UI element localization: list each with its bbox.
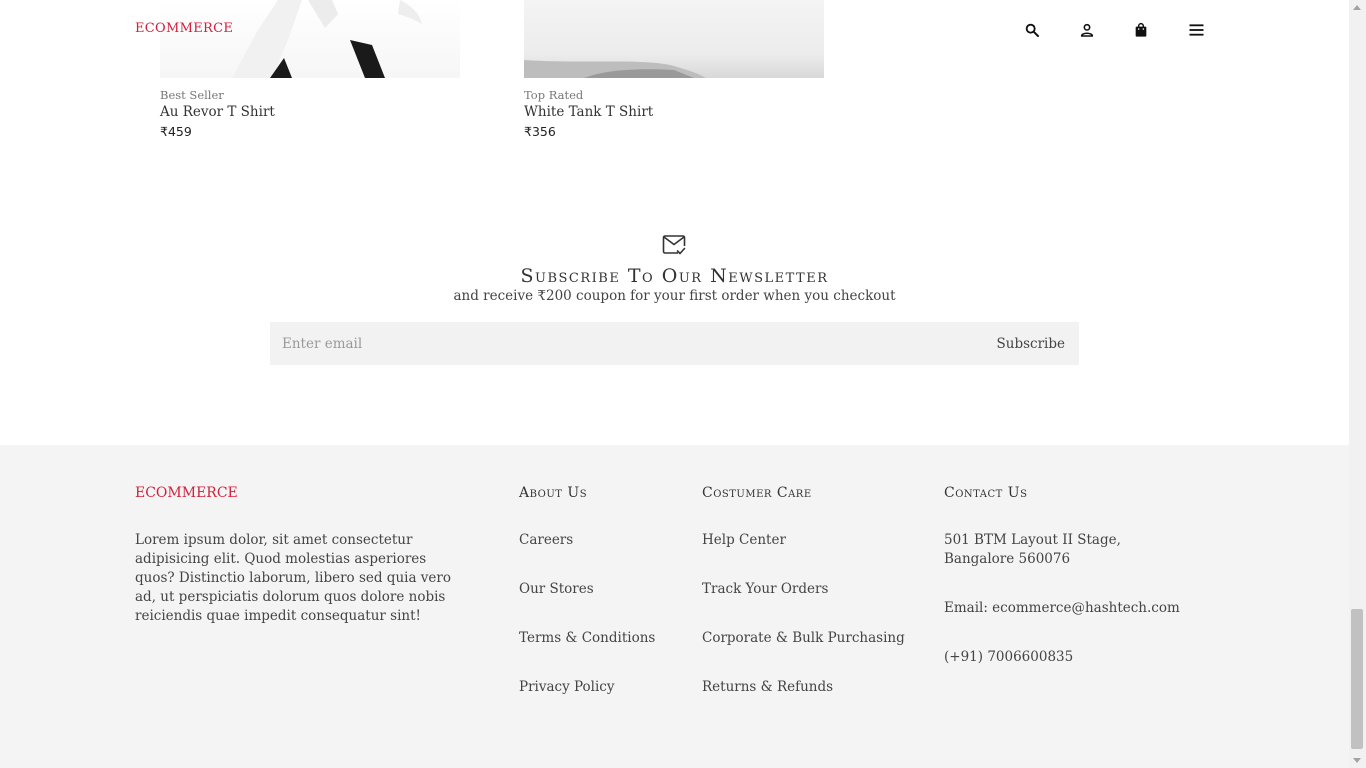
footer-heading-care: Costumer Care	[702, 485, 812, 501]
scrollbar-thumb[interactable]	[1351, 609, 1363, 749]
page: ECOMMERCE Best Seller Au Revor T Shirt ₹…	[0, 0, 1349, 768]
shopping-bag-icon[interactable]	[1130, 19, 1152, 41]
footer: ECOMMERCE Lorem ipsum dolor, sit amet co…	[0, 445, 1349, 768]
product-name[interactable]: White Tank T Shirt	[524, 104, 653, 120]
footer-link-our-stores[interactable]: Our Stores	[519, 581, 594, 597]
scroll-up-arrow-icon[interactable]	[1353, 5, 1361, 10]
product-name[interactable]: Au Revor T Shirt	[160, 104, 275, 120]
footer-heading-about: About Us	[519, 485, 588, 501]
contact-email[interactable]: Email: ecommerce@hashtech.com	[944, 599, 1180, 618]
brand-logo[interactable]: ECOMMERCE	[135, 21, 233, 36]
footer-link-privacy[interactable]: Privacy Policy	[519, 679, 615, 695]
footer-link-track-orders[interactable]: Track Your Orders	[702, 581, 828, 597]
footer-brand[interactable]: ECOMMERCE	[135, 485, 238, 501]
user-icon[interactable]	[1076, 19, 1098, 41]
product-price: ₹459	[160, 124, 192, 139]
footer-link-returns[interactable]: Returns & Refunds	[702, 679, 833, 695]
header: ECOMMERCE	[0, 0, 1349, 60]
footer-link-bulk-purchasing[interactable]: Corporate & Bulk Purchasing	[702, 630, 905, 646]
newsletter-title: Subscribe To Our Newsletter	[520, 265, 829, 287]
product-tag: Top Rated	[524, 88, 584, 102]
footer-link-help-center[interactable]: Help Center	[702, 532, 786, 548]
menu-icon[interactable]	[1185, 19, 1207, 41]
search-icon[interactable]	[1021, 19, 1043, 41]
subscribe-button[interactable]: Subscribe	[983, 322, 1079, 365]
scroll-down-arrow-icon[interactable]	[1353, 758, 1361, 763]
footer-heading-contact: Contact Us	[944, 485, 1028, 501]
product-tag: Best Seller	[160, 88, 224, 102]
contact-phone[interactable]: (+91) 7006600835	[944, 648, 1073, 667]
newsletter-form: Subscribe	[270, 322, 1079, 365]
mail-check-icon	[662, 234, 686, 256]
footer-link-terms[interactable]: Terms & Conditions	[519, 630, 655, 646]
product-price: ₹356	[524, 124, 556, 139]
newsletter-subtitle: and receive ₹200 coupon for your first o…	[453, 288, 896, 304]
contact-address: 501 BTM Layout II Stage, Bangalore 56007…	[944, 532, 1121, 567]
footer-link-careers[interactable]: Careers	[519, 532, 573, 548]
footer-description: Lorem ipsum dolor, sit amet consectetur …	[135, 532, 451, 624]
page-scrollbar[interactable]	[1349, 0, 1366, 768]
email-input[interactable]	[270, 322, 950, 365]
